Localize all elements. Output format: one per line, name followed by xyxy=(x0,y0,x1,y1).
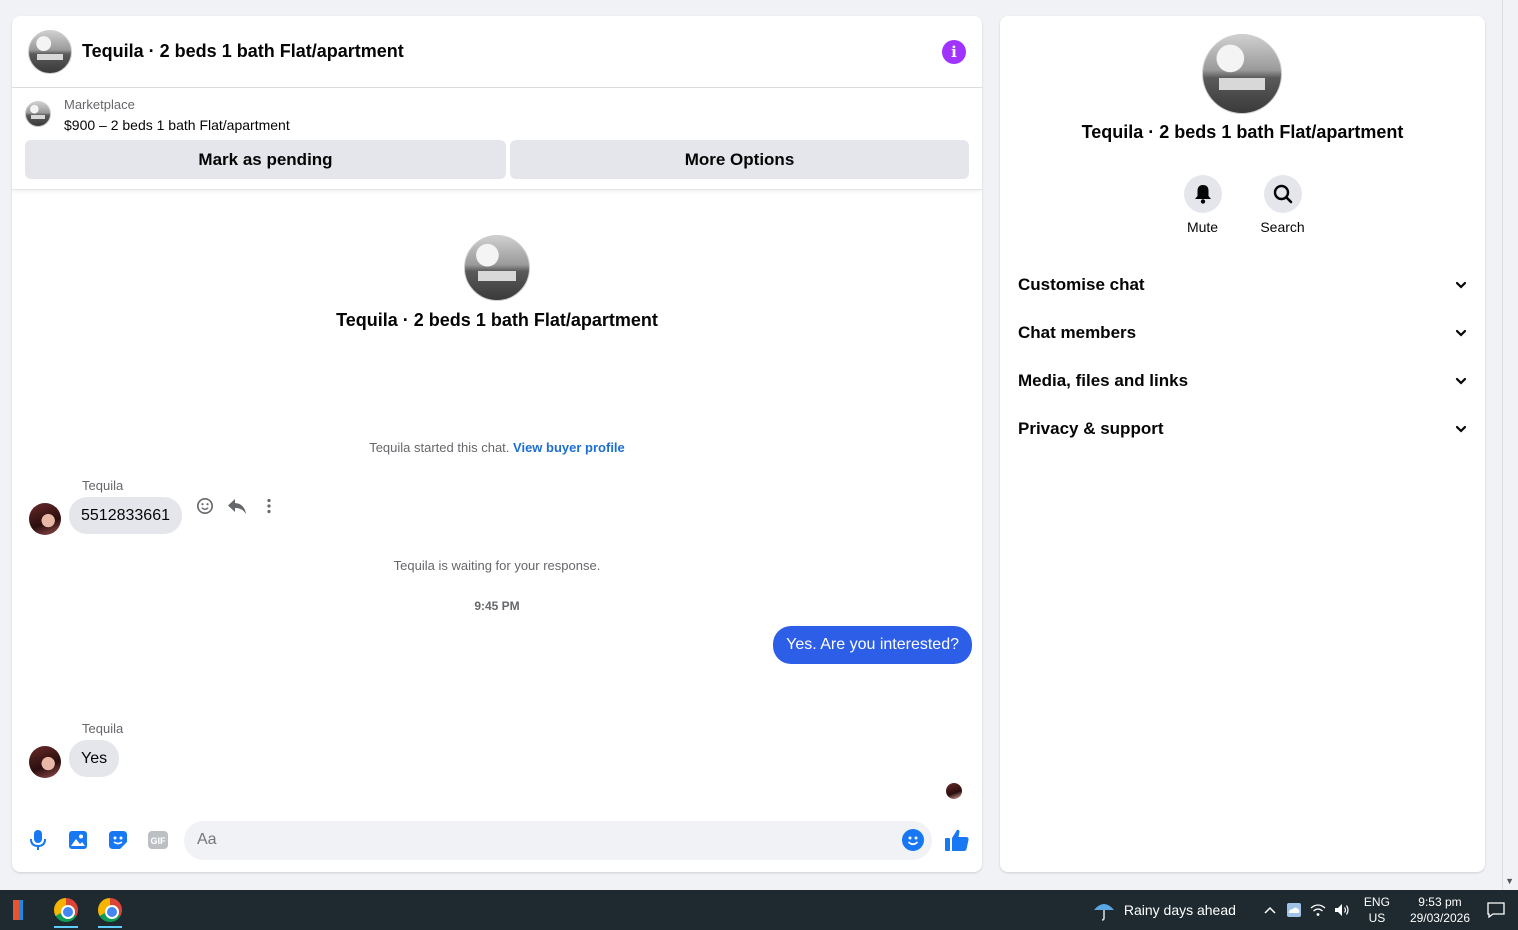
listing-thumbnail xyxy=(25,101,51,127)
listing-summary[interactable]: Marketplace $900 – 2 beds 1 bath Flat/ap… xyxy=(25,96,969,136)
windows-taskbar: Rainy days ahead ENG US 9:53 pm 29/03/20… xyxy=(0,890,1518,930)
gif-icon[interactable]: GIF xyxy=(144,826,172,854)
message-actions xyxy=(195,496,279,516)
clock-time: 9:53 pm xyxy=(1418,895,1462,909)
listing-price-title: $900 – 2 beds 1 bath Flat/apartment xyxy=(64,117,290,133)
clock-date: 29/03/2026 xyxy=(1409,911,1470,925)
emoji-icon[interactable] xyxy=(902,828,924,851)
chat-header: Tequila · 2 beds 1 bath Flat/apartment i xyxy=(12,16,982,88)
message-composer: GIF xyxy=(12,808,982,872)
photo-attach-icon[interactable] xyxy=(64,826,92,854)
listing-text: Marketplace $900 – 2 beds 1 bath Flat/ap… xyxy=(64,96,290,136)
section-label: Chat members xyxy=(1018,323,1137,342)
react-icon[interactable] xyxy=(195,496,215,516)
section-label: Customise chat xyxy=(1018,275,1145,294)
notifications-icon[interactable] xyxy=(1484,901,1508,919)
volume-icon[interactable] xyxy=(1330,903,1354,917)
more-vertical-icon[interactable] xyxy=(259,496,279,516)
chat-title[interactable]: Tequila · 2 beds 1 bath Flat/apartment xyxy=(82,41,404,62)
view-buyer-profile-link[interactable]: View buyer profile xyxy=(513,440,625,455)
conversation-title: Tequila · 2 beds 1 bath Flat/apartment xyxy=(336,310,658,330)
section-media-files-links[interactable]: Media, files and links xyxy=(1000,357,1485,405)
more-options-button[interactable]: More Options xyxy=(510,140,969,179)
avatar[interactable] xyxy=(29,503,61,535)
page-scrollbar[interactable]: ▼ xyxy=(1502,0,1518,890)
search-button[interactable]: Search xyxy=(1260,175,1305,235)
mute-label: Mute xyxy=(1186,219,1219,235)
incoming-message[interactable]: Yes xyxy=(69,740,120,777)
weather-text: Rainy days ahead xyxy=(1123,902,1236,918)
message-input-wrapper xyxy=(184,820,932,860)
info-actions: Mute Search xyxy=(1000,175,1485,235)
listing-banner: Marketplace $900 – 2 beds 1 bath Flat/ap… xyxy=(12,88,982,190)
chevron-down-icon xyxy=(1455,422,1467,436)
chevron-down-icon xyxy=(1455,326,1467,340)
reply-icon[interactable] xyxy=(227,496,247,516)
info-listing-photo xyxy=(1202,34,1282,114)
chrome-browser-icon[interactable] xyxy=(88,890,132,930)
chat-panel: Tequila · 2 beds 1 bath Flat/apartment i… xyxy=(12,16,982,872)
message-input[interactable] xyxy=(184,820,932,860)
sticker-icon[interactable] xyxy=(104,826,132,854)
chrome-profile-h-icon[interactable] xyxy=(44,890,88,930)
message-timestamp: 9:45 PM xyxy=(474,599,520,613)
chat-started-text: Tequila started this chat. xyxy=(369,440,510,455)
listing-source: Marketplace xyxy=(64,97,135,112)
language-code: ENG xyxy=(1363,895,1390,909)
conversation-area: Tequila · 2 beds 1 bath Flat/apartment T… xyxy=(12,190,982,810)
onedrive-icon[interactable] xyxy=(1282,902,1306,918)
info-title: Tequila · 2 beds 1 bath Flat/apartment xyxy=(1081,122,1404,142)
section-chat-members[interactable]: Chat members xyxy=(1000,309,1485,357)
seen-indicator-avatar xyxy=(946,783,962,799)
wifi-icon[interactable] xyxy=(1306,903,1330,917)
mute-button[interactable]: Mute xyxy=(1182,175,1224,235)
search-icon xyxy=(1263,175,1302,213)
microphone-icon[interactable] xyxy=(24,826,52,854)
keyboard-layout: US xyxy=(1368,911,1386,925)
listing-avatar[interactable] xyxy=(28,29,72,74)
listing-actions: Mark as pending More Options xyxy=(25,140,969,179)
section-label: Media, files and links xyxy=(1018,371,1189,390)
outgoing-message[interactable]: Yes. Are you interested? xyxy=(773,626,972,664)
search-label: Search xyxy=(1260,219,1305,235)
info-sections: Customise chat Chat members Media, files… xyxy=(1000,261,1485,453)
umbrella-icon xyxy=(1093,904,1114,921)
section-customise-chat[interactable]: Customise chat xyxy=(1000,261,1485,309)
system-clock[interactable]: 9:53 pm 29/03/2026 xyxy=(1410,894,1470,926)
language-indicator[interactable]: ENG US xyxy=(1364,894,1390,926)
sender-name: Tequila xyxy=(82,478,124,493)
thumbs-up-icon[interactable] xyxy=(944,827,970,853)
section-label: Privacy & support xyxy=(1018,419,1164,438)
conversation-photo xyxy=(464,235,530,301)
weather-widget[interactable]: Rainy days ahead xyxy=(1092,898,1236,922)
start-app-icon[interactable] xyxy=(0,890,44,930)
scroll-down-arrow-icon[interactable]: ▼ xyxy=(1505,876,1514,886)
waiting-notice: Tequila is waiting for your response. xyxy=(393,558,601,573)
chevron-down-icon xyxy=(1455,278,1467,292)
sender-name: Tequila xyxy=(82,721,124,736)
chat-started-line: Tequila started this chat. View buyer pr… xyxy=(12,440,982,455)
info-icon[interactable]: i xyxy=(942,39,966,64)
section-privacy-support[interactable]: Privacy & support xyxy=(1000,405,1485,453)
bell-icon xyxy=(1183,175,1222,213)
conversation-info-panel: Tequila · 2 beds 1 bath Flat/apartment M… xyxy=(1000,16,1485,872)
chevron-down-icon xyxy=(1455,374,1467,388)
avatar[interactable] xyxy=(29,746,61,778)
svg-text:GIF: GIF xyxy=(151,836,167,846)
mark-pending-button[interactable]: Mark as pending xyxy=(25,140,506,179)
chevron-up-icon[interactable] xyxy=(1258,906,1282,914)
system-tray: Rainy days ahead ENG US 9:53 pm 29/03/20… xyxy=(1092,890,1518,930)
incoming-message[interactable]: 5512833661 xyxy=(69,497,182,534)
